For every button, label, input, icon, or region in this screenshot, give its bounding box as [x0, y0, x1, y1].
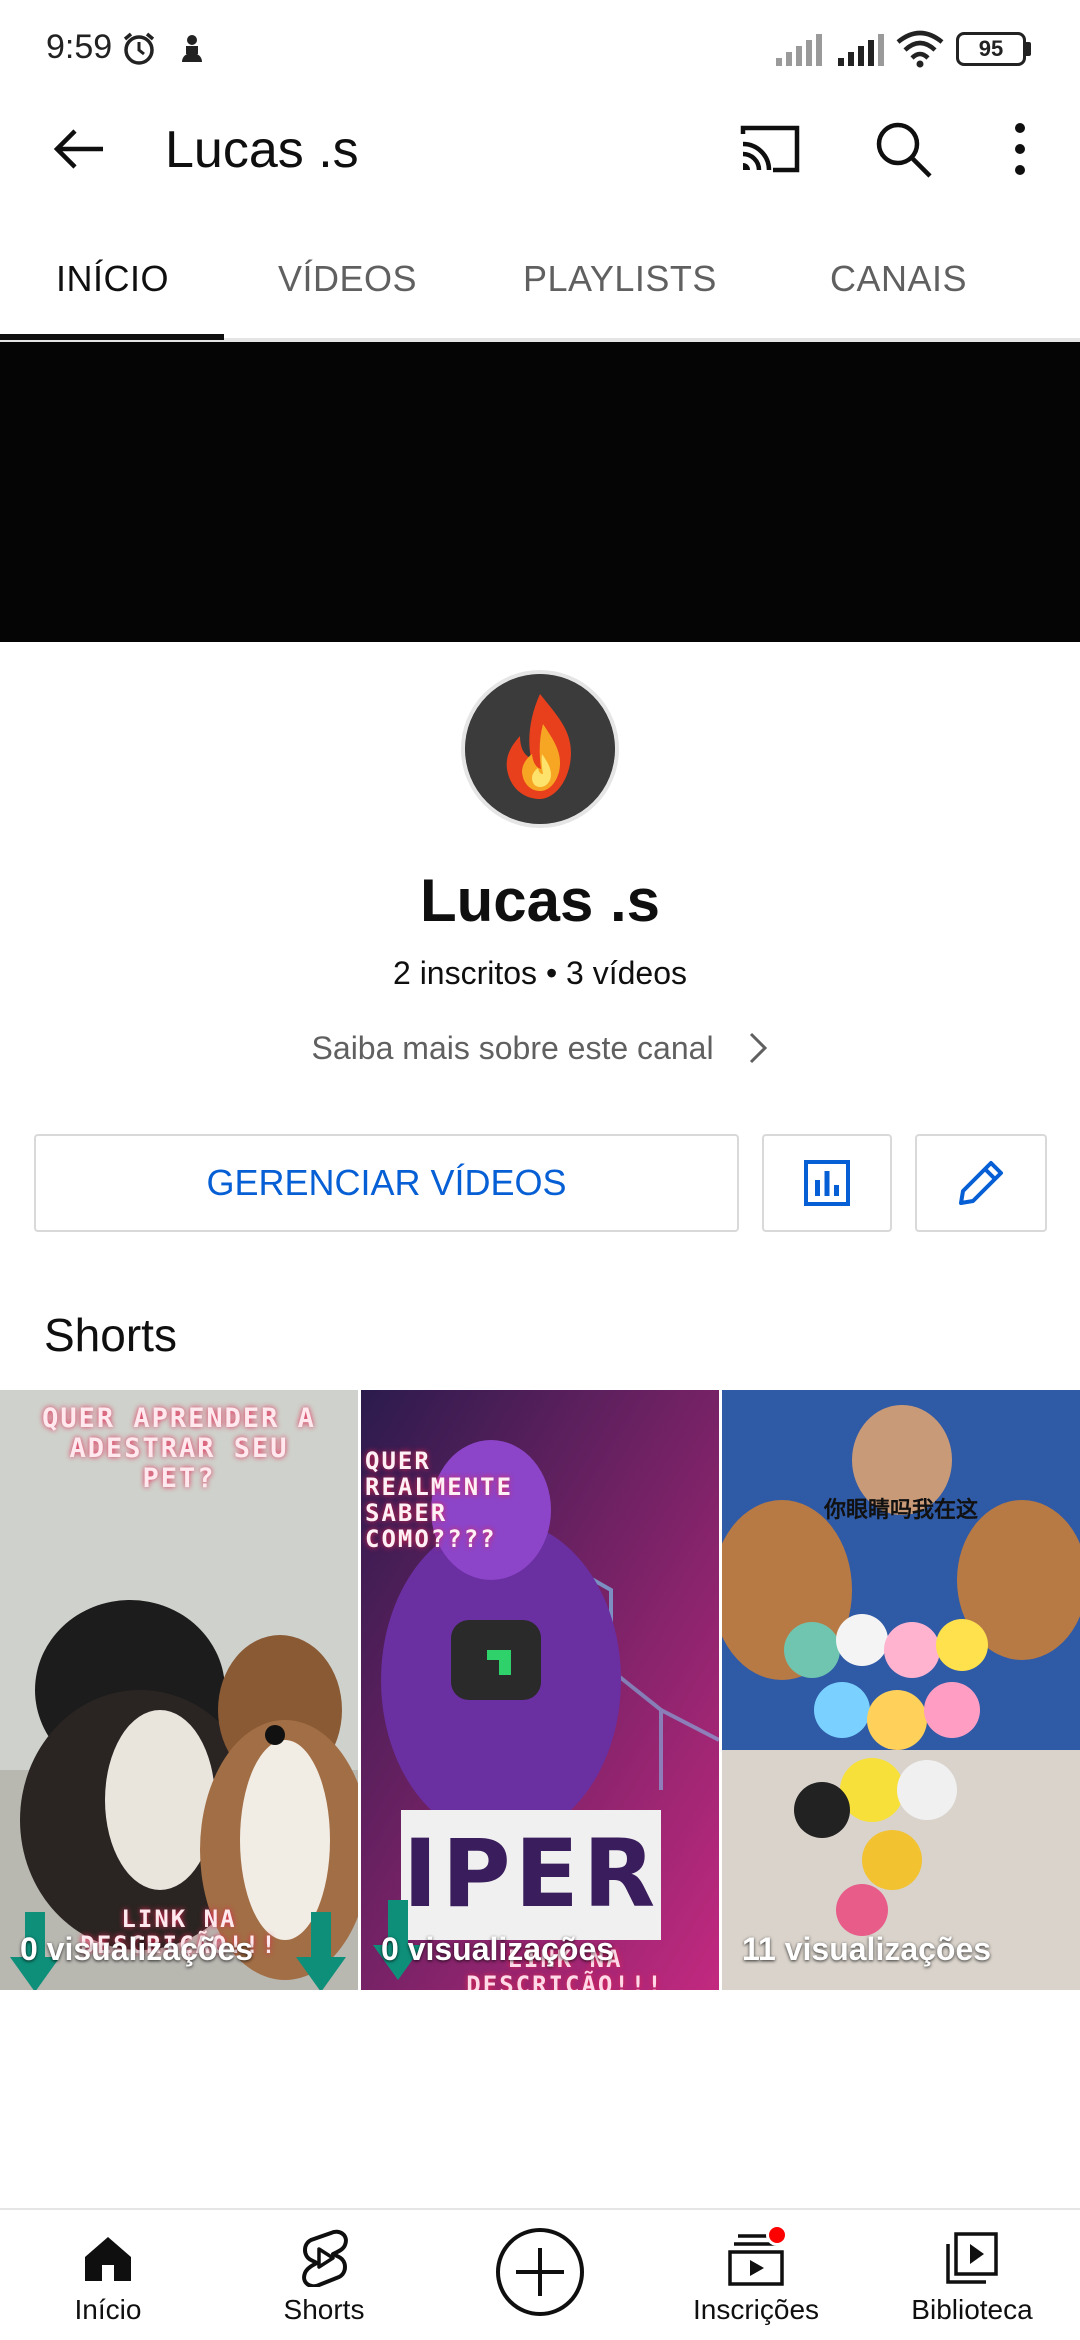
nav-label: Shorts	[283, 2294, 365, 2325]
poster-text: IPER	[402, 1820, 660, 1929]
notification-app-icon	[182, 35, 202, 62]
wifi-icon	[896, 30, 944, 68]
about-channel-label: Saiba mais sobre este canal	[311, 1030, 714, 1066]
channel-stats: 2 inscritos • 3 vídeos	[393, 955, 687, 991]
channel-avatar[interactable]	[461, 670, 619, 828]
shorts-section-title: Shorts	[44, 1309, 177, 1361]
tab-canais[interactable]: CANAIS	[830, 258, 967, 300]
notification-badge	[766, 2224, 788, 2246]
back-button[interactable]	[44, 114, 114, 184]
short-item[interactable]: 你眼睛吗我在这 11 visualizações	[722, 1390, 1080, 1990]
nav-subscriptions[interactable]: Inscrições	[648, 2210, 864, 2340]
battery-level: 95	[978, 36, 1004, 61]
short-thumbnail	[722, 1390, 1080, 1990]
search-icon	[876, 122, 932, 178]
battery-tip	[1026, 42, 1031, 56]
status-bar: 9:59 95	[0, 0, 1080, 100]
back-arrow-icon	[53, 129, 103, 169]
signal-icon	[776, 34, 822, 66]
bottom-navigation: Início Shorts Inscrições Biblioteca	[0, 2208, 1080, 2340]
short-caption-top: QUER REALMENTE SABER COMO????	[365, 1447, 514, 1553]
cast-icon	[740, 125, 800, 173]
search-button[interactable]	[868, 114, 938, 184]
active-tab-indicator	[0, 334, 224, 340]
nav-label: Inscrições	[692, 2294, 820, 2325]
status-time: 9:59	[46, 28, 113, 66]
nav-shorts[interactable]: Shorts	[216, 2210, 432, 2340]
shorts-icon	[294, 2228, 354, 2288]
short-caption-top: QUER APRENDER A ADESTRAR SEU PET?	[42, 1403, 316, 1494]
short-view-count: 0 visualizações	[20, 1931, 254, 1967]
create-icon	[494, 2226, 586, 2318]
more-vert-icon	[1015, 123, 1025, 175]
nav-library[interactable]: Biblioteca	[864, 2210, 1080, 2340]
more-options-button[interactable]	[985, 114, 1055, 184]
tab-inicio[interactable]: INÍCIO	[56, 258, 169, 300]
pencil-icon	[959, 1161, 1003, 1205]
short-item[interactable]: QUER APRENDER A ADESTRAR SEU PET? LINK N…	[0, 1390, 358, 1990]
nav-label: Início	[74, 2294, 142, 2325]
channel-tabs: INÍCIO VÍDEOS PLAYLISTS CANAIS	[0, 230, 1080, 342]
channel-banner	[0, 342, 1080, 642]
short-item[interactable]: QUER REALMENTE SABER COMO???? IPER LINK …	[361, 1390, 719, 1990]
short-view-count: 0 visualizações	[381, 1931, 615, 1967]
library-icon	[942, 2228, 1002, 2288]
manage-videos-button[interactable]: GERENCIAR VÍDEOS	[34, 1134, 739, 1232]
tab-videos[interactable]: VÍDEOS	[278, 258, 417, 300]
signal-icon-2	[838, 34, 884, 66]
down-arrow-icon	[296, 1912, 346, 1990]
channel-name: Lucas .s	[419, 867, 661, 934]
alarm-icon	[123, 32, 155, 65]
battery-icon: 95	[956, 32, 1026, 66]
flame-logo-icon	[465, 674, 615, 824]
cast-button[interactable]	[735, 114, 805, 184]
page-title: Lucas .s	[165, 121, 359, 179]
analytics-icon	[804, 1160, 850, 1206]
nav-create[interactable]	[432, 2210, 648, 2340]
tab-playlists[interactable]: PLAYLISTS	[523, 258, 717, 300]
nav-home[interactable]: Início	[0, 2210, 216, 2340]
nav-label: Biblioteca	[911, 2294, 1033, 2325]
home-icon	[78, 2228, 138, 2288]
short-view-count: 11 visualizações	[742, 1931, 992, 1967]
analytics-button[interactable]	[762, 1134, 892, 1232]
chevron-right-icon	[750, 1032, 768, 1064]
edit-channel-button[interactable]	[915, 1134, 1047, 1232]
about-channel-link[interactable]: Saiba mais sobre este canal	[0, 1030, 1080, 1067]
short-caption-top: 你眼睛吗我在这	[823, 1498, 978, 1523]
